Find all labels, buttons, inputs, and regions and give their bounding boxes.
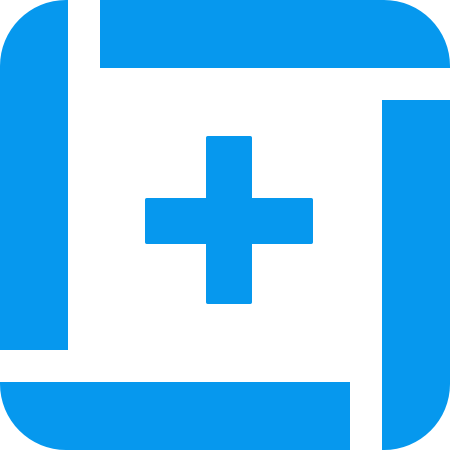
frame-bottom-bar xyxy=(0,382,350,450)
add-frame-icon xyxy=(0,0,450,450)
frame-left-bar xyxy=(0,0,68,350)
app-icon-canvas xyxy=(0,0,450,450)
plus-horizontal xyxy=(145,198,313,244)
frame-top-bar xyxy=(100,0,450,68)
frame-right-bar xyxy=(382,100,450,450)
